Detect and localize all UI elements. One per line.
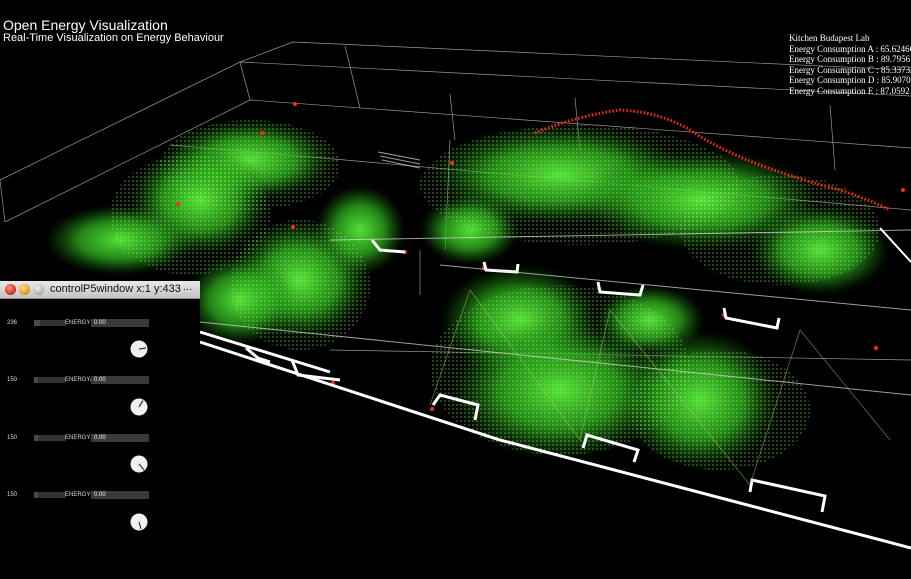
energy-readout-e: Energy Consumption E : 87.0592 — [789, 85, 910, 96]
slider-value: 150 — [7, 377, 18, 383]
slider-track[interactable] — [34, 435, 66, 441]
slider-energy[interactable]: 236 ENERGY 0.00 — [7, 319, 152, 327]
knob-icon[interactable] — [130, 455, 148, 473]
number-field-value: 0.00 — [94, 320, 106, 326]
number-field-value: 0.00 — [94, 492, 106, 498]
slider-value: 236 — [7, 320, 18, 326]
energy-readout-d: Energy Consumption D : 85.90707 — [789, 75, 911, 86]
app-title: Open Energy Visualization — [3, 17, 168, 33]
window-titlebar[interactable]: controlP5window x:1 y:433 ... — [0, 281, 200, 299]
number-field-value: 0.00 — [94, 377, 106, 383]
knob-icon[interactable] — [130, 513, 148, 531]
slider-track[interactable] — [34, 492, 66, 498]
slider-track[interactable] — [34, 320, 66, 326]
slider-label: ENERGY — [65, 320, 91, 326]
window-title: controlP5window x:1 y:433 — [50, 283, 181, 295]
slider-value: 150 — [7, 435, 18, 441]
slider-energyb[interactable]: 150 ENERGYB 0.00 — [7, 434, 152, 442]
location-label: Kitchen Budapest Lab — [789, 33, 870, 43]
knob-icon[interactable] — [130, 398, 148, 416]
energy-readout-panel: Kitchen Budapest Lab Energy Consumption … — [789, 33, 911, 97]
close-icon[interactable] — [5, 284, 16, 295]
knob-icon[interactable] — [130, 340, 148, 358]
window-more: ... — [183, 281, 193, 293]
slider-label: ENERGYA — [65, 377, 94, 383]
slider-track[interactable] — [34, 377, 66, 383]
number-field-value: 0.00 — [94, 435, 106, 441]
app-subtitle: Real-Time Visualization on Energy Behavi… — [3, 32, 224, 44]
energy-readout-a: Energy Consumption A : 65.62466 — [789, 43, 911, 54]
zoom-icon[interactable] — [33, 284, 44, 295]
slider-label: ENERGYB — [65, 435, 95, 441]
minimize-icon[interactable] — [19, 284, 30, 295]
slider-energya[interactable]: 150 ENERGYA 0.00 — [7, 376, 152, 384]
energy-readout-c: Energy Consumption C : 85.337326 — [789, 64, 911, 75]
energy-readout-b: Energy Consumption B : 89.7956 — [789, 54, 911, 65]
controlp5-window: controlP5window x:1 y:433 ... 236 ENERGY… — [0, 281, 200, 579]
slider-energyc[interactable]: 150 ENERGYC 0.00 — [7, 491, 152, 499]
slider-value: 150 — [7, 492, 18, 498]
